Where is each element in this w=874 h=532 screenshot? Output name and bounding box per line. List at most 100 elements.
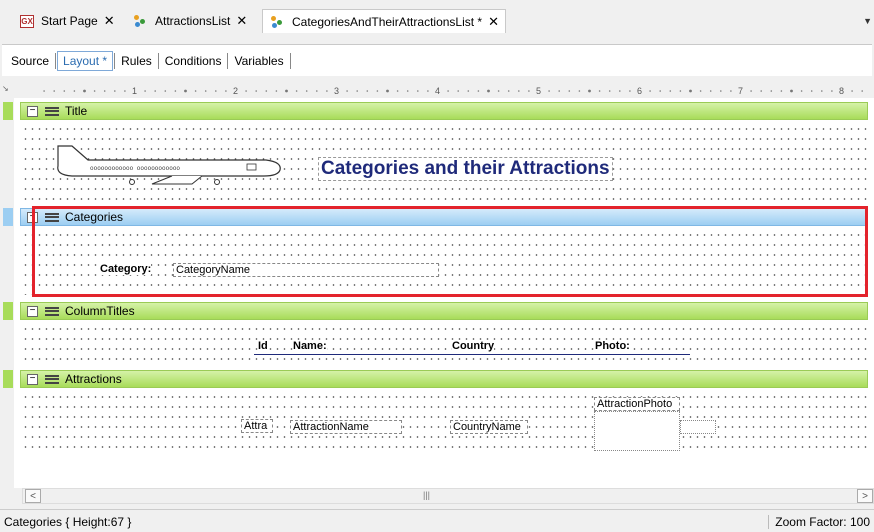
- band-label: Attractions: [65, 372, 122, 386]
- band-label: Title: [65, 104, 88, 118]
- collapse-icon[interactable]: −: [27, 373, 38, 385]
- separator: [114, 52, 116, 69]
- ruler-tick: [366, 90, 369, 92]
- separator: [227, 52, 229, 69]
- close-icon[interactable]: ✕: [104, 13, 115, 29]
- report-title[interactable]: Categories and their Attractions: [318, 157, 613, 181]
- tab-rules[interactable]: Rules: [116, 51, 157, 71]
- ruler-tick: [164, 90, 167, 92]
- gutter-marker-columntitles[interactable]: [3, 302, 13, 320]
- object-icon: [269, 15, 285, 29]
- gutter-marker-categories[interactable]: [3, 208, 13, 226]
- ruler-tick: [497, 90, 500, 92]
- ruler-tick: [709, 90, 712, 92]
- separator: [157, 52, 159, 69]
- tab-conditions[interactable]: Conditions: [160, 51, 227, 71]
- tab-categories-and-their-attractions-list[interactable]: CategoriesAndTheirAttractionsList * ✕: [262, 9, 506, 33]
- band-header-categories[interactable]: − Categories: [20, 208, 868, 226]
- ruler-number: 2: [233, 86, 238, 96]
- categories-band-area[interactable]: [20, 227, 868, 295]
- ruler-tick: [376, 90, 379, 92]
- ruler-tick: [457, 90, 460, 92]
- band-header-columntitles[interactable]: − ColumnTitles: [20, 302, 868, 320]
- column-title-underline[interactable]: [254, 354, 690, 355]
- band-header-title[interactable]: − Title: [20, 102, 868, 120]
- column-title-country[interactable]: Country: [452, 340, 495, 352]
- ruler-tick: [305, 90, 308, 92]
- band-label: Categories: [65, 210, 124, 224]
- airplane-windows: oooooooooooo oooooooooooo: [90, 165, 180, 172]
- scroll-left-icon[interactable]: <: [25, 489, 41, 503]
- ruler-tick: [215, 90, 217, 92]
- ruler-ticks: 1 2 3 4 5 6 7 8: [43, 86, 863, 96]
- ruler-tick: [427, 90, 429, 92]
- column-title-id[interactable]: Id: [258, 340, 268, 352]
- ruler-tick: [487, 89, 490, 93]
- ruler-tick: [144, 90, 146, 92]
- horizontal-ruler: 1 2 3 4 5 6 7 8: [14, 84, 874, 98]
- tab-attractions-list[interactable]: AttractionsList ✕: [126, 10, 253, 32]
- country-name-field[interactable]: CountryName: [450, 420, 528, 434]
- status-zoom-factor: Zoom Factor: 100: [768, 515, 870, 529]
- ruler-tick: [124, 90, 126, 92]
- category-label[interactable]: Category:: [100, 263, 152, 275]
- ruler-tick: [154, 90, 156, 92]
- gutter-marker-title[interactable]: [3, 102, 13, 120]
- ruler-tick: [417, 90, 419, 92]
- ruler-tick: [103, 90, 106, 92]
- category-name-field[interactable]: CategoryName: [173, 263, 439, 277]
- tab-layout[interactable]: Layout *: [57, 50, 114, 71]
- band-lines-icon: [45, 374, 59, 384]
- attraction-name-field[interactable]: AttractionName: [290, 420, 402, 434]
- band-label: ColumnTitles: [65, 304, 135, 318]
- close-icon[interactable]: ✕: [236, 13, 247, 29]
- collapse-icon[interactable]: −: [27, 211, 38, 223]
- ruler-tick: [831, 90, 833, 92]
- ruler-tick: [285, 89, 288, 93]
- attraction-photo-label[interactable]: AttractionPhoto: [594, 397, 680, 411]
- tab-start-page[interactable]: GX Start Page ✕: [14, 10, 121, 32]
- tab-variables[interactable]: Variables: [229, 51, 288, 71]
- column-title-name[interactable]: Name:: [293, 340, 327, 352]
- ruler-number: 6: [637, 86, 642, 96]
- attraction-photo-frame[interactable]: [680, 420, 716, 434]
- ruler-tick: [204, 90, 207, 92]
- collapse-icon[interactable]: −: [27, 305, 38, 317]
- tab-label: Start Page: [41, 14, 98, 28]
- ruler-tick: [518, 90, 520, 92]
- ruler-tick: [275, 90, 278, 92]
- close-icon[interactable]: ✕: [488, 14, 499, 30]
- scroll-right-icon[interactable]: >: [857, 489, 873, 503]
- horizontal-scrollbar[interactable]: < ||| >: [22, 488, 874, 504]
- scroll-thumb-grip-icon[interactable]: |||: [423, 490, 430, 500]
- tab-source[interactable]: Source: [6, 51, 54, 71]
- attraction-id-field[interactable]: Attra: [241, 419, 273, 433]
- collapse-icon[interactable]: −: [27, 105, 38, 117]
- column-title-photo[interactable]: Photo:: [595, 340, 630, 352]
- ruler-tick: [598, 90, 601, 92]
- status-bar: Categories { Height:67 } Zoom Factor: 10…: [0, 509, 874, 532]
- tab-list-dropdown-icon[interactable]: ▼: [863, 16, 872, 26]
- ruler-tick: [225, 90, 227, 92]
- gutter-marker-attractions[interactable]: [3, 370, 13, 388]
- status-selection-info: Categories { Height:67 }: [4, 515, 132, 529]
- ruler-tick: [608, 90, 611, 92]
- ruler-tick: [447, 90, 449, 92]
- ruler-tick: [73, 90, 76, 92]
- ruler-tick: [679, 90, 682, 92]
- attractions-band-area[interactable]: [20, 389, 868, 455]
- band-header-attractions[interactable]: − Attractions: [20, 370, 868, 388]
- ruler-tick: [821, 90, 823, 92]
- ruler-tick: [528, 90, 530, 92]
- airplane-image[interactable]: oooooooooooo oooooooooooo: [52, 138, 284, 186]
- separator: [55, 52, 57, 69]
- ruler-tick: [386, 89, 389, 93]
- ruler-tick: [669, 90, 672, 92]
- ruler-tick: [194, 90, 197, 92]
- ruler-tick: [114, 90, 116, 92]
- ruler-tick: [861, 90, 863, 92]
- columntitles-band-area[interactable]: [20, 321, 868, 361]
- separator: [289, 52, 291, 69]
- ruler-tick: [578, 90, 581, 92]
- attraction-photo-field[interactable]: [594, 411, 680, 451]
